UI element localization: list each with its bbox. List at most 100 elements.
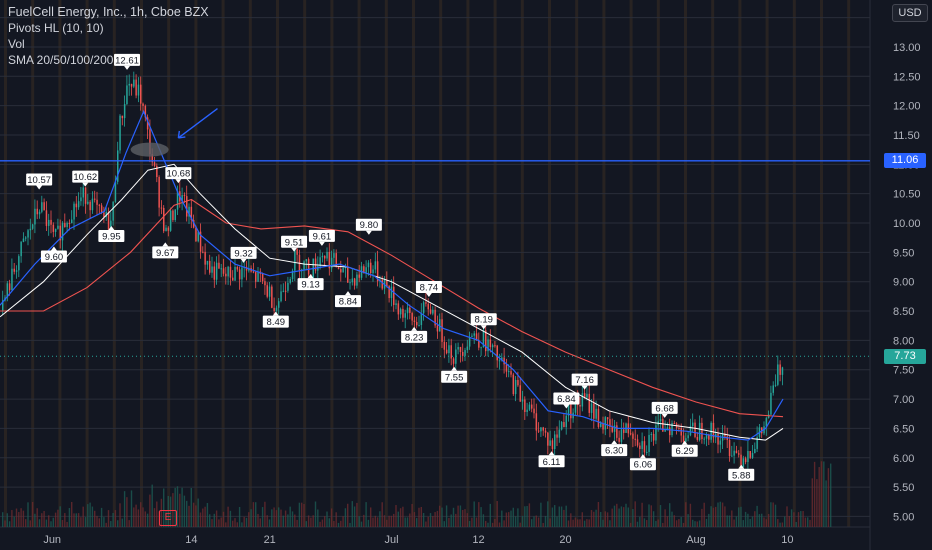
candle-body <box>735 450 738 454</box>
pivot-label: 5.88 <box>732 470 751 481</box>
volume-bar <box>353 506 356 527</box>
volume-bar <box>779 522 781 527</box>
volume-bar <box>48 515 50 527</box>
candle-body <box>489 339 492 348</box>
volume-bar <box>2 512 4 527</box>
volume-bar <box>662 522 664 527</box>
volume-bar <box>204 506 206 527</box>
volume-bar <box>250 509 252 527</box>
volume-bar <box>767 513 770 527</box>
candle-body <box>351 278 354 283</box>
candle-body <box>64 223 66 228</box>
time-axis-label: 10 <box>781 534 793 546</box>
price-axis-label: 8.50 <box>893 306 914 318</box>
volume-bar <box>478 502 480 527</box>
volume-bar <box>439 505 441 527</box>
volume-bar <box>333 520 335 527</box>
volume-bar <box>570 513 572 527</box>
indicator-volume[interactable]: Vol <box>8 36 209 52</box>
candle-body <box>284 290 287 292</box>
volume-bar <box>639 516 641 527</box>
volume-bar <box>747 513 749 527</box>
candle-body <box>50 219 52 225</box>
pivot-label: 9.51 <box>285 237 304 248</box>
candle-body <box>459 347 462 352</box>
price-chart[interactable]: 13.5013.0012.5012.0011.5011.0010.5010.00… <box>0 0 932 550</box>
candle-body <box>397 303 400 315</box>
volume-bar <box>192 502 195 527</box>
candle-body <box>542 427 544 431</box>
pivot-label: 9.61 <box>313 231 332 242</box>
candle-body <box>289 279 291 283</box>
candle-body <box>393 286 395 305</box>
candle-body <box>751 453 754 458</box>
volume-bar <box>197 498 199 527</box>
candle-body <box>496 345 498 361</box>
candle-body <box>551 440 554 449</box>
highlight-ellipse[interactable] <box>130 142 169 157</box>
candle-body <box>448 345 450 354</box>
candle-body <box>473 333 475 336</box>
volume-bar <box>294 514 296 527</box>
volume-bar <box>733 519 735 527</box>
volume-bar <box>600 511 602 527</box>
earnings-icon[interactable]: E <box>159 510 177 526</box>
pivot-label: 9.67 <box>156 248 175 259</box>
volume-bar <box>519 522 521 527</box>
candle-body <box>517 379 519 386</box>
volume-bar <box>731 510 733 527</box>
volume-bar <box>475 517 478 527</box>
candle-body <box>222 268 225 274</box>
candle-body <box>202 251 204 253</box>
volume-bar <box>625 503 627 527</box>
volume-bar <box>742 520 744 527</box>
volume-bar <box>728 515 731 527</box>
candle-body <box>556 434 558 438</box>
indicator-sma[interactable]: SMA 20/50/100/200 <box>8 52 209 68</box>
volume-bar <box>245 517 248 527</box>
candle-body <box>581 393 584 407</box>
candle-body <box>611 426 613 432</box>
volume-bar <box>360 521 363 527</box>
candle-body <box>344 267 347 269</box>
currency-button[interactable]: USD <box>892 4 928 22</box>
price-axis-label: 6.00 <box>893 453 914 465</box>
volume-bar <box>188 505 190 527</box>
pivot-label: 6.06 <box>634 460 653 471</box>
indicator-pivots[interactable]: Pivots HL (10, 10) <box>8 20 209 36</box>
session-band <box>276 0 279 527</box>
candle-body <box>142 103 144 106</box>
candle-body <box>418 325 420 327</box>
volume-bar <box>680 517 682 527</box>
candle-body <box>100 205 103 213</box>
volume-bar <box>567 520 570 527</box>
volume-bar <box>501 510 503 527</box>
volume-bar <box>811 478 813 527</box>
candle-body <box>682 435 685 442</box>
volume-bar <box>121 518 123 527</box>
candle-body <box>652 433 655 441</box>
volume-bar <box>388 515 390 527</box>
candle-body <box>324 255 326 259</box>
candle-body <box>425 302 427 304</box>
volume-bar <box>112 512 114 527</box>
candle-body <box>114 181 117 202</box>
volume-bar <box>701 508 703 527</box>
candle-body <box>526 409 528 412</box>
candle-body <box>468 336 471 347</box>
volume-bar <box>793 512 795 527</box>
volume-bar <box>425 521 427 527</box>
session-band <box>384 0 388 527</box>
candle-body <box>620 429 623 442</box>
candle-body <box>282 290 285 292</box>
volume-bar <box>117 520 119 527</box>
symbol-title[interactable]: FuelCell Energy, Inc., 1h, Cboe BZX <box>8 4 209 20</box>
volume-bar <box>744 511 747 527</box>
candle-body <box>705 434 708 439</box>
volume-bar <box>698 520 701 527</box>
candle-body <box>505 364 508 372</box>
candle-body <box>84 187 87 204</box>
volume-bar <box>489 503 491 527</box>
candle-body <box>450 345 452 359</box>
volume-bar <box>266 515 268 527</box>
